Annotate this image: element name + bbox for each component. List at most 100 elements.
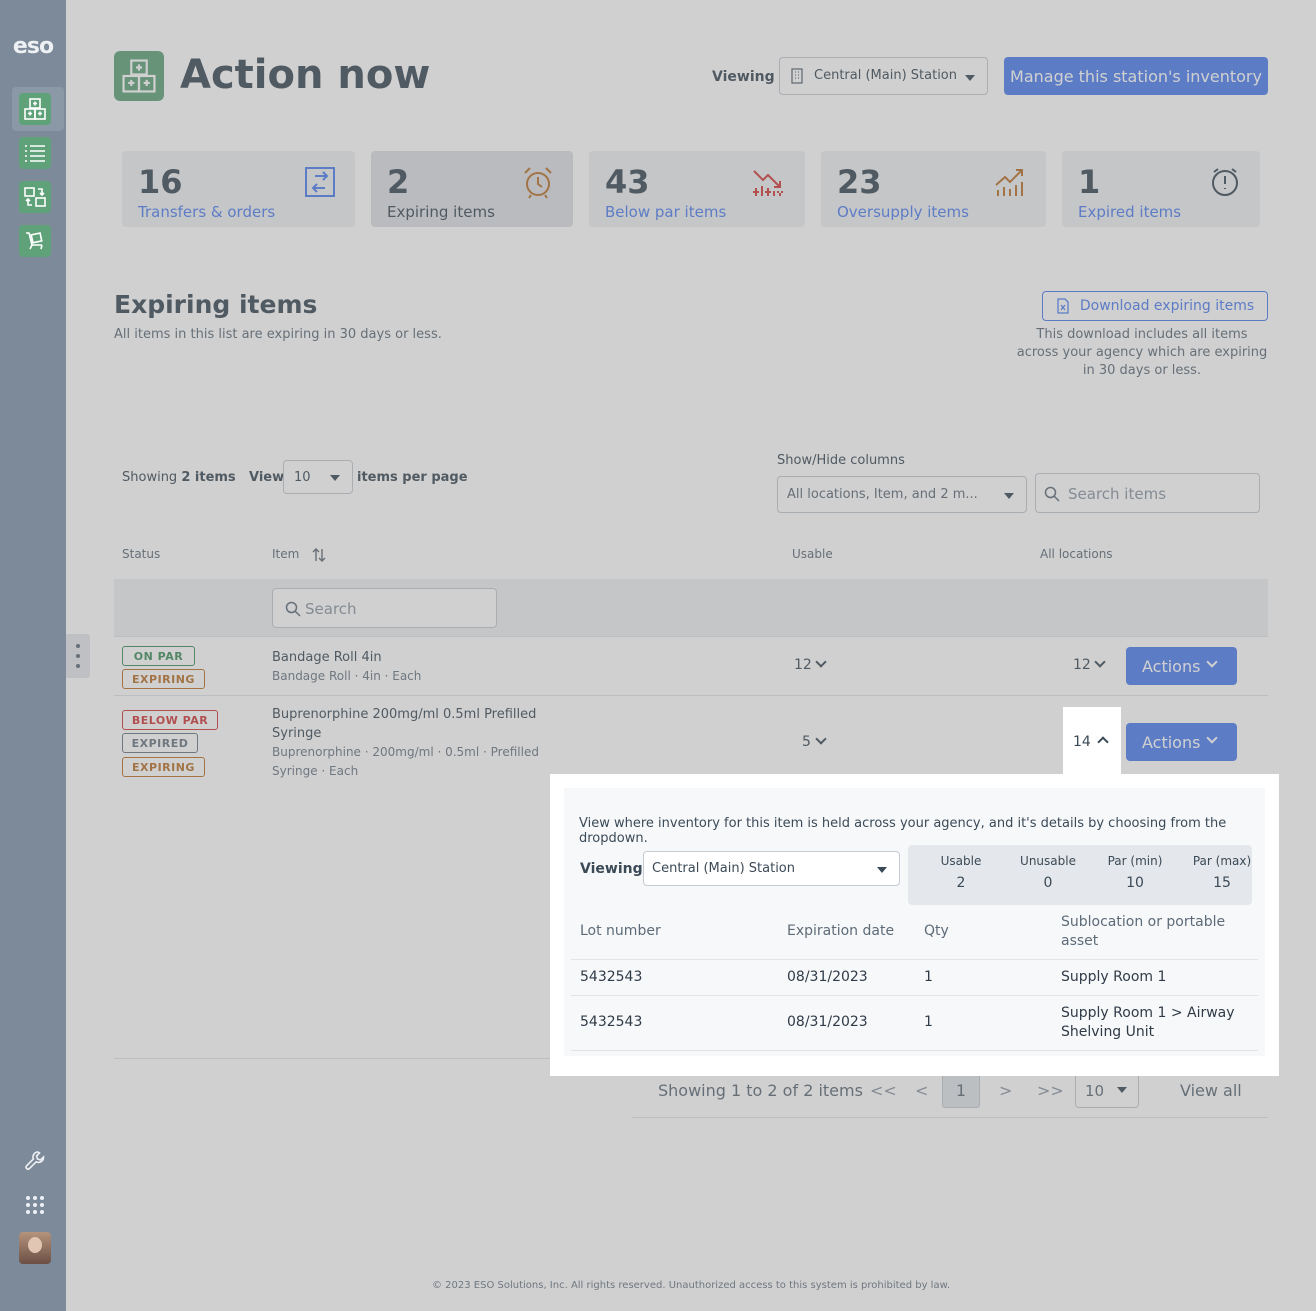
pagination-per-page-select[interactable]: 10 bbox=[1075, 1071, 1139, 1108]
row-divider bbox=[571, 995, 1258, 996]
lot-qty: 1 bbox=[924, 1014, 933, 1030]
footer-copyright: © 2023 ESO Solutions, Inc. All rights re… bbox=[431, 1280, 951, 1291]
main-content: Action now Viewing Central (Main) Statio… bbox=[66, 0, 1316, 1311]
chevron-down-icon[interactable] bbox=[815, 733, 827, 745]
stat-value: 0 bbox=[1043, 875, 1053, 891]
panel-resize-handle[interactable] bbox=[66, 634, 90, 678]
card-expired[interactable]: 1 Expired items bbox=[1062, 151, 1260, 227]
settings-tool[interactable] bbox=[21, 1147, 49, 1175]
popover-description: View where inventory for this item is he… bbox=[579, 816, 1227, 846]
all-locations-qty[interactable]: 12 bbox=[1073, 657, 1091, 673]
caret-down-icon bbox=[965, 75, 975, 81]
qty-column-header: Qty bbox=[924, 923, 949, 939]
sidebar-item-list[interactable] bbox=[19, 137, 51, 169]
card-count: 43 bbox=[605, 163, 650, 201]
per-page-select[interactable]: 10 bbox=[283, 460, 353, 494]
sublocation: Supply Room 1 bbox=[1061, 969, 1167, 985]
item-name-line1[interactable]: Buprenorphine 200mg/ml 0.5ml Prefilled bbox=[272, 705, 536, 724]
actions-button[interactable]: Actions bbox=[1126, 723, 1237, 761]
search-items-placeholder: Search items bbox=[1068, 485, 1167, 503]
row-divider bbox=[571, 959, 1258, 960]
caret-down-icon bbox=[1004, 493, 1014, 499]
actions-button[interactable]: Actions bbox=[1126, 647, 1237, 685]
excel-file-icon bbox=[1057, 298, 1069, 314]
manage-inventory-button[interactable]: Manage this station's inventory bbox=[1004, 57, 1268, 95]
sort-icon[interactable] bbox=[312, 548, 326, 562]
row-divider bbox=[114, 695, 1268, 696]
status-badge-on-par: ON PAR bbox=[122, 646, 195, 666]
inventory-grid-icon bbox=[24, 98, 46, 120]
last-page-button[interactable]: >> bbox=[1037, 1081, 1064, 1100]
view-all-link[interactable]: View all bbox=[1180, 1081, 1242, 1100]
expiration-column-header: Expiration date bbox=[787, 923, 895, 939]
station-stats: Usable 2 Unusable 0 Par (min) 10 Par (ma… bbox=[908, 845, 1252, 905]
first-page-button[interactable]: << bbox=[870, 1081, 897, 1100]
status-badge-expiring: EXPIRING bbox=[122, 669, 205, 689]
column-header-usable: Usable bbox=[792, 547, 833, 561]
per-page-suffix: items per page bbox=[357, 470, 468, 485]
usable-qty[interactable]: 12 bbox=[794, 657, 812, 673]
inventory-grid-icon bbox=[122, 59, 156, 93]
section-title: Expiring items bbox=[114, 290, 318, 319]
popover-station-value: Central (Main) Station bbox=[652, 861, 795, 876]
stat-label: Par (min) bbox=[1107, 854, 1163, 868]
item-search-input[interactable]: Search bbox=[272, 588, 497, 628]
card-below-par[interactable]: 43 Below par items bbox=[589, 151, 805, 227]
sidebar-item-transfers[interactable] bbox=[19, 181, 51, 213]
all-locations-qty: 14 bbox=[1073, 734, 1091, 750]
row-divider bbox=[114, 636, 1268, 637]
usable-qty[interactable]: 5 bbox=[802, 734, 811, 750]
list-icon bbox=[25, 145, 45, 162]
pagination-per-page-value: 10 bbox=[1085, 1082, 1105, 1100]
showing-summary: Showing 2 items bbox=[122, 470, 236, 485]
item-name[interactable]: Bandage Roll 4in bbox=[272, 648, 382, 667]
sidebar-item-cart[interactable] bbox=[19, 225, 51, 257]
apps-menu[interactable] bbox=[21, 1191, 49, 1219]
showing-prefix: Showing bbox=[122, 470, 178, 485]
card-expiring[interactable]: 2 Expiring items bbox=[371, 151, 573, 227]
item-search-placeholder: Search bbox=[305, 600, 357, 618]
search-items-input[interactable]: Search items bbox=[1035, 473, 1260, 513]
caret-down-icon bbox=[1117, 1087, 1127, 1093]
station-select[interactable]: Central (Main) Station bbox=[779, 57, 988, 95]
apps-grid-icon bbox=[26, 1196, 44, 1214]
card-transfers[interactable]: 16 Transfers & orders bbox=[122, 151, 355, 227]
transfer-icon bbox=[305, 167, 335, 197]
showing-count: 2 items bbox=[181, 470, 236, 485]
popover-station-select[interactable]: Central (Main) Station bbox=[643, 851, 900, 886]
page-title: Action now bbox=[180, 52, 431, 98]
pagination-summary: Showing 1 to 2 of 2 items bbox=[658, 1081, 863, 1100]
sublocation-column-header-line1: Sublocation or portable bbox=[1061, 914, 1226, 930]
item-details-line1: Buprenorphine · 200mg/ml · 0.5ml · Prefi… bbox=[272, 745, 539, 759]
card-label: Expired items bbox=[1078, 203, 1182, 221]
caret-down-icon bbox=[877, 867, 887, 873]
item-details-line2: Syringe · Each bbox=[272, 764, 359, 778]
sublocation-line1: Supply Room 1 > Airway bbox=[1061, 1005, 1235, 1021]
popover-viewing-label: Viewing bbox=[580, 861, 643, 877]
station-select-value: Central (Main) Station bbox=[814, 68, 957, 83]
lot-number: 5432543 bbox=[580, 1014, 643, 1030]
viewing-label: Viewing bbox=[712, 69, 775, 85]
alarm-clock-icon bbox=[524, 167, 552, 199]
all-locations-qty-trigger[interactable]: 14 bbox=[1063, 707, 1121, 775]
columns-select[interactable]: All locations, Item, and 2 m... bbox=[777, 476, 1027, 513]
card-oversupply[interactable]: 23 Oversupply items bbox=[821, 151, 1046, 227]
prev-page-button[interactable]: < bbox=[915, 1081, 928, 1100]
expiration-date: 08/31/2023 bbox=[787, 1014, 868, 1030]
item-name-line2[interactable]: Syringe bbox=[272, 724, 321, 743]
chevron-down-icon[interactable] bbox=[815, 656, 827, 668]
chevron-down-icon[interactable] bbox=[1094, 656, 1106, 668]
column-header-item[interactable]: Item bbox=[272, 547, 326, 562]
trend-down-icon bbox=[753, 170, 783, 196]
eso-logo[interactable]: eso bbox=[0, 34, 66, 59]
next-page-button[interactable]: > bbox=[999, 1081, 1012, 1100]
download-expiring-button[interactable]: Download expiring items bbox=[1042, 291, 1268, 321]
section-subtitle: All items in this list are expiring in 3… bbox=[114, 327, 442, 342]
sidebar: eso bbox=[0, 0, 66, 1311]
show-hide-columns-label: Show/Hide columns bbox=[777, 453, 905, 468]
columns-select-value: All locations, Item, and 2 m... bbox=[787, 487, 978, 502]
page-icon bbox=[114, 51, 164, 101]
stat-value: 2 bbox=[956, 875, 966, 891]
sidebar-item-action-now[interactable] bbox=[19, 93, 51, 125]
user-avatar[interactable] bbox=[19, 1232, 51, 1264]
